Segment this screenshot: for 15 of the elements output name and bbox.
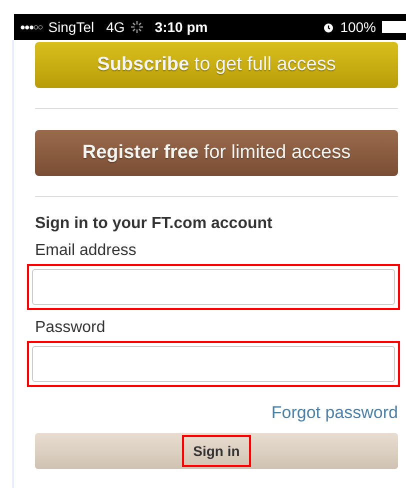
loading-icon <box>130 21 143 33</box>
carrier-name: SingTel <box>48 19 94 35</box>
forgot-password-link[interactable]: Forgot password <box>271 403 398 423</box>
network-type: 4G <box>106 19 125 35</box>
field-label: Password <box>35 319 106 337</box>
alarm-icon <box>323 22 334 32</box>
section-heading: Sign in to your FT.com account <box>35 215 274 233</box>
battery-percent: 100% <box>340 19 376 35</box>
signal-strength: ●●●○○ <box>20 22 42 32</box>
button-label: Sign in <box>182 435 251 467</box>
offer-button[interactable]: Register free for limited access <box>35 130 398 176</box>
battery-icon <box>382 21 406 33</box>
clock-time: 3:10 pm <box>154 19 208 35</box>
field-label: Email address <box>35 242 138 260</box>
sign-in-button[interactable]: Sign in <box>35 433 398 469</box>
